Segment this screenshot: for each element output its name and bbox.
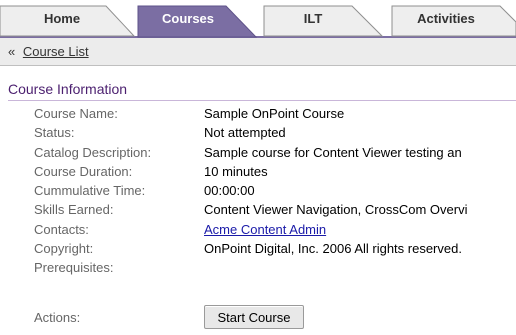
tab-bar: Home Courses ILT Activities xyxy=(0,0,516,38)
breadcrumb: « Course List xyxy=(0,38,516,66)
field-value: Sample OnPoint Course xyxy=(204,106,345,121)
field-contacts: Contacts: Acme Content Admin xyxy=(0,220,516,239)
start-course-button[interactable]: Start Course xyxy=(204,305,304,329)
field-value: 10 minutes xyxy=(204,163,268,179)
field-label: Status: xyxy=(34,125,75,141)
field-cumulative-time: Cummulative Time: 00:00:00 xyxy=(0,181,516,200)
section-title: Course Information xyxy=(8,79,516,101)
field-copyright: Copyright: OnPoint Digital, Inc. 2006 Al… xyxy=(0,239,516,258)
course-list-link[interactable]: Course List xyxy=(23,44,89,59)
field-label: Course Name: xyxy=(34,106,118,121)
field-prerequisites: Prerequisites: xyxy=(0,258,516,277)
field-course-name: Course Name: Sample OnPoint Course xyxy=(0,104,516,123)
field-label: Copyright: xyxy=(34,241,94,257)
contact-link[interactable]: Acme Content Admin xyxy=(204,222,326,237)
tab-home[interactable]: Home xyxy=(18,10,106,28)
field-course-duration: Course Duration: 10 minutes xyxy=(0,162,516,181)
course-info-list: Course Name: Sample OnPoint Course Statu… xyxy=(0,104,516,278)
actions-label: Actions: xyxy=(34,310,81,325)
field-label: Course Duration: xyxy=(34,163,133,179)
field-label: Skills Earned: xyxy=(34,202,114,218)
tab-ilt[interactable]: ILT xyxy=(276,10,350,28)
field-value: Acme Content Admin xyxy=(204,220,326,239)
field-value: 00:00:00 xyxy=(204,183,255,199)
field-label: Catalog Description: xyxy=(34,144,152,160)
actions-row: Actions: Start Course xyxy=(0,304,516,330)
field-value: OnPoint Digital, Inc. 2006 All rights re… xyxy=(204,241,462,257)
field-value: Content Viewer Navigation, CrossCom Over… xyxy=(204,202,468,218)
field-status: Status: Not attempted xyxy=(0,123,516,142)
field-label: Prerequisites: xyxy=(34,260,114,276)
field-label: Contacts: xyxy=(34,221,89,237)
field-value: Sample course for Content Viewer testing… xyxy=(204,144,462,160)
field-label: Cummulative Time: xyxy=(34,183,146,199)
course-info-page: Home Courses ILT Activities « Course Lis… xyxy=(0,0,516,335)
field-skills-earned: Skills Earned: Content Viewer Navigation… xyxy=(0,200,516,219)
tab-activities[interactable]: Activities xyxy=(398,10,494,28)
field-catalog-description: Catalog Description: Sample course for C… xyxy=(0,143,516,162)
back-arrow-icon: « xyxy=(8,44,16,59)
tab-courses[interactable]: Courses xyxy=(144,10,232,28)
field-value: Not attempted xyxy=(204,125,286,141)
